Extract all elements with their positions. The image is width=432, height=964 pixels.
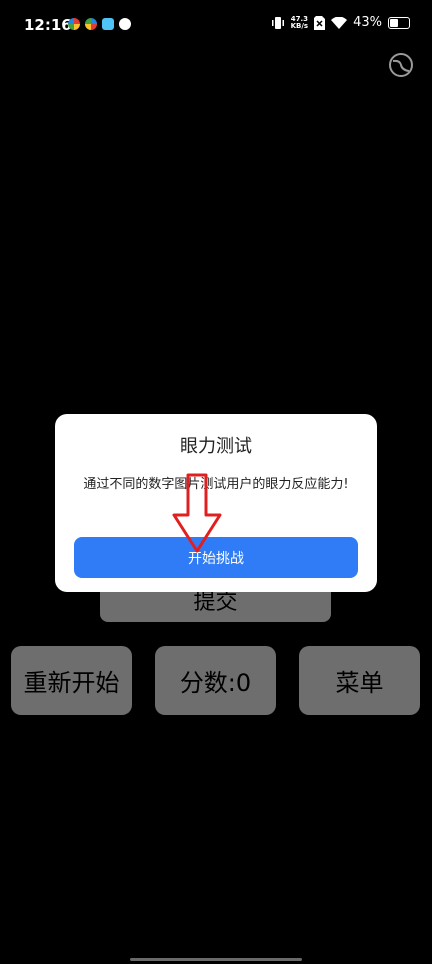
app-notification-icon <box>85 18 97 30</box>
down-arrow-icon <box>172 473 222 553</box>
wifi-icon <box>331 16 348 29</box>
network-speed: 47.3 KB/s <box>290 15 309 30</box>
restart-button[interactable]: 重新开始 <box>11 646 132 715</box>
speed-unit: KB/s <box>290 21 309 30</box>
status-time: 12:16 <box>24 16 72 34</box>
battery-icon <box>388 16 410 29</box>
notification-icons <box>68 18 131 30</box>
sim-icon <box>314 15 326 30</box>
status-bar: 12:16 47.3 KB/s 43% <box>0 0 432 52</box>
battery-percent: 43% <box>353 15 382 30</box>
score-label: 分数:0 <box>179 669 252 697</box>
dialog-title: 眼力测试 <box>180 436 252 457</box>
app-notification-icon <box>119 18 131 30</box>
vibrate-icon <box>271 16 284 29</box>
battery-fill <box>390 18 398 27</box>
skin-switch-icon[interactable] <box>388 52 414 78</box>
restart-label: 重新开始 <box>23 669 120 697</box>
home-indicator[interactable] <box>130 958 302 961</box>
status-indicators: 47.3 KB/s 43% <box>271 15 410 30</box>
menu-label: 菜单 <box>335 669 384 697</box>
app-notification-icon <box>68 18 80 30</box>
app-notification-icon <box>102 18 114 30</box>
menu-button[interactable]: 菜单 <box>299 646 420 715</box>
screen: 12:16 47.3 KB/s 43% 提交 重新开始 分数:0 菜单 眼力测试… <box>0 0 432 964</box>
score-display: 分数:0 <box>155 646 276 715</box>
